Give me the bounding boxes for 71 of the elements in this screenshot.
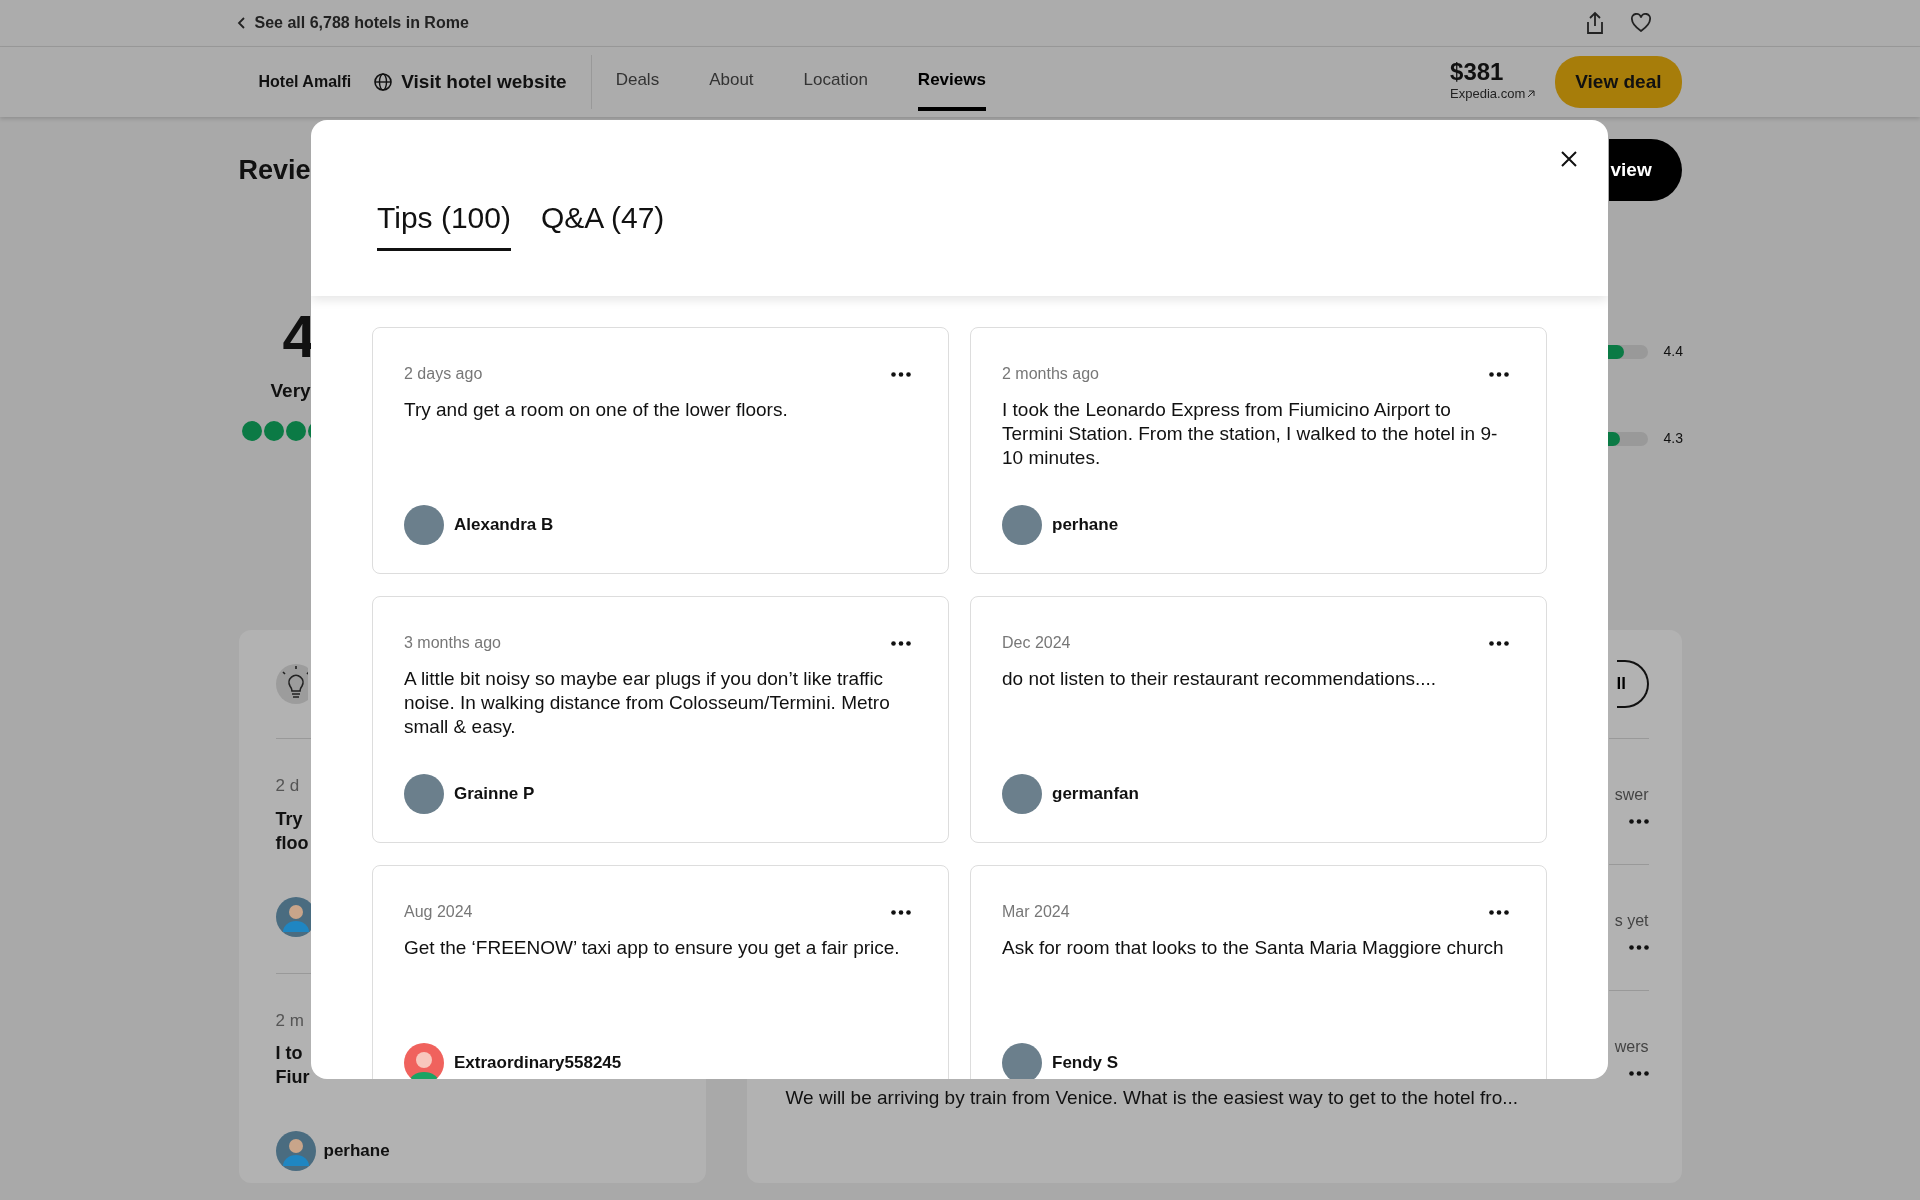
price: $381	[1450, 60, 1505, 85]
tip-date: 2 d	[275, 775, 300, 797]
rating-dots-icon	[240, 419, 313, 442]
heart-icon[interactable]	[1629, 13, 1652, 33]
tip-text: Ask for room that looks to the Santa Maria Maggiore church	[1002, 936, 1505, 960]
user-photo-placeholder	[1002, 774, 1042, 814]
write-review-button[interactable]: view	[1608, 139, 1682, 201]
more-icon	[1489, 909, 1509, 915]
more-icon	[891, 371, 911, 377]
view-deal-button[interactable]: View deal	[1555, 55, 1682, 109]
dialog-tab[interactable]: Q&A (47)	[540, 195, 665, 251]
author-name: Fendy S	[1052, 1052, 1119, 1075]
rating-word: Very	[270, 379, 311, 403]
chevron-left-icon	[236, 16, 247, 30]
section-heading: Revie	[238, 153, 311, 187]
tip-text-line: Fiur	[275, 1066, 310, 1089]
user-photo-placeholder	[404, 774, 444, 814]
close-icon	[1560, 150, 1578, 168]
more-icon	[1628, 945, 1649, 950]
nav-tab[interactable]: About	[709, 67, 754, 111]
more-icon	[1628, 819, 1649, 824]
author-name: perhane	[1052, 514, 1119, 537]
rating-value: 4.4	[1663, 342, 1682, 361]
tip-text-line: I to	[275, 1042, 303, 1065]
tip-date: Mar 2024	[1002, 902, 1070, 922]
more-icon	[1489, 371, 1509, 377]
provider-link[interactable]: Expedia.com	[1450, 84, 1536, 104]
author-name: Grainne P	[454, 783, 535, 806]
tip-text: I took the Leonardo Express from Fiumicino Airport to Termini Station. From the station, I walked to the hotel in 9-10 minutes.	[1002, 398, 1499, 470]
user-photo-placeholder	[1002, 505, 1042, 545]
more-icon	[1628, 1071, 1649, 1076]
more-icon	[891, 640, 911, 646]
author-name: germanfan	[1052, 783, 1139, 806]
tip-date: Dec 2024	[1002, 633, 1071, 653]
author-name: perhane	[323, 1140, 390, 1163]
nav-tab[interactable]: Deals	[615, 67, 660, 111]
tip-text-line: floo	[275, 831, 309, 855]
default-avatar-icon	[404, 1043, 444, 1079]
nav-tab[interactable]: Reviews	[917, 67, 986, 111]
hotel-name: Hotel Amalfi	[258, 72, 352, 92]
back-link[interactable]: See all 6,788 hotels in Rome	[236, 11, 469, 35]
author-name: Extraordinary558245	[454, 1052, 622, 1075]
nav-tab[interactable]: Location	[803, 67, 868, 111]
globe-icon	[373, 72, 394, 92]
more-icon	[891, 909, 911, 915]
tip-text: Get the ‘FREENOW’ taxi app to ensure you get a fair price.	[404, 936, 901, 960]
user-photo-placeholder	[1002, 1043, 1042, 1079]
tip-date: 3 months ago	[404, 633, 501, 653]
avatar-icon	[275, 1131, 316, 1171]
tip-text-line: Try	[275, 807, 303, 831]
tip-date: Aug 2024	[404, 902, 473, 922]
answer-status: s yet	[1614, 911, 1649, 931]
user-photo-placeholder	[404, 505, 444, 545]
author-name: Alexandra B	[454, 514, 554, 537]
dialog-tab[interactable]: Tips (100)	[377, 195, 511, 251]
more-icon	[1489, 640, 1509, 646]
lightbulb-icon	[275, 664, 308, 704]
tip-date: 2 m	[275, 1009, 304, 1032]
external-link-icon	[1527, 90, 1536, 98]
rating-value: 4.3	[1663, 429, 1682, 448]
question-text: We will be arriving by train from Venice. What is the easiest way to get to the hotel fro...	[785, 1086, 1519, 1110]
see-all-button[interactable]: ll	[1616, 660, 1649, 708]
answer-status: swer	[1614, 785, 1649, 805]
tip-text: A little bit noisy so maybe ear plugs if you don’t like traffic noise. In walking distance from Colosseum/Termini. Metro small & easy.	[404, 667, 891, 739]
answer-status: wers	[1614, 1037, 1649, 1057]
tip-date: 2 months ago	[1002, 364, 1099, 384]
tip-text: Try and get a room on one of the lower floors.	[404, 398, 789, 422]
rating-score: 4	[282, 307, 316, 367]
tip-text: do not listen to their restaurant recommendations....	[1002, 667, 1438, 691]
website-link[interactable]: Visit hotel website	[373, 67, 567, 97]
tip-date: 2 days ago	[404, 364, 483, 384]
